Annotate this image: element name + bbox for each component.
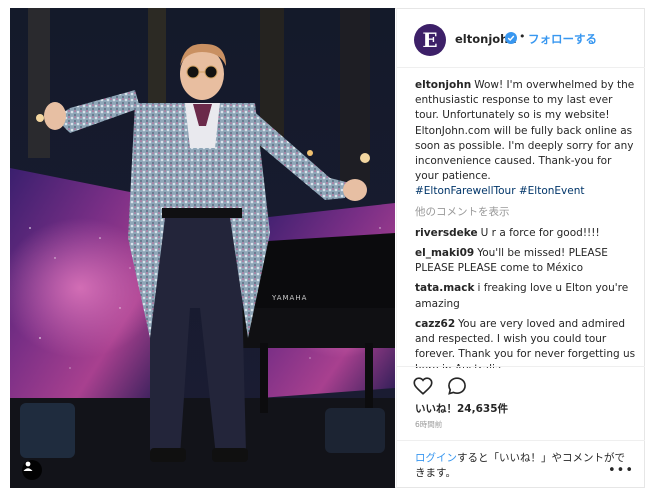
caption-text: Wow! I'm overwhelmed by the enthusiastic… (415, 79, 635, 183)
post-time: 6時間前 (415, 420, 443, 429)
post-header: E eltonjohn • フォローする (397, 8, 645, 68)
avatar[interactable]: E (414, 24, 446, 56)
post-photo[interactable]: YAMAHA (10, 8, 395, 488)
comment-text: U r a force for good!!!! (480, 226, 600, 239)
comment-item: riversdeke U r a force for good!!!! (415, 226, 637, 241)
load-more-comments-button[interactable]: 他のコメントを表示 (415, 205, 637, 220)
comments-list: eltonjohn Wow! I'm overwhelmed by the ent… (415, 78, 637, 368)
more-options-icon[interactable]: ••• (608, 463, 634, 478)
caption-username[interactable]: eltonjohn (415, 79, 471, 91)
likes-count[interactable]: いいね！24,635件 (415, 401, 508, 416)
photo-image: YAMAHA (10, 8, 395, 488)
verified-badge-icon (505, 32, 517, 44)
comment-username[interactable]: tata.mack (415, 282, 474, 294)
comment-username[interactable]: el_maki09 (415, 247, 474, 259)
login-prompt: ログインすると「いいね！」やコメントができます。 ••• (397, 440, 645, 488)
user-tag-button[interactable] (22, 460, 42, 480)
comment-item: tata.mack i freaking love u Elton you're … (415, 281, 637, 311)
post-actions: いいね！24,635件 6時間前 (397, 366, 645, 446)
comment-icon[interactable] (446, 375, 468, 397)
user-tag-icon (23, 461, 33, 471)
login-link[interactable]: ログイン (415, 452, 457, 464)
avatar-letter: E (422, 28, 438, 52)
follow-button[interactable]: フォローする (528, 31, 597, 47)
comment-item: cazz62 You are very loved and admired and… (415, 317, 637, 368)
comment-item: el_maki09 You'll be missed! PLEASE PLEASE… (415, 246, 637, 276)
caption: eltonjohn Wow! I'm overwhelmed by the ent… (415, 78, 637, 200)
heart-icon[interactable] (412, 375, 434, 397)
caption-hashtags[interactable]: #EltonFarewellTour #EltonEvent (415, 185, 584, 197)
comment-username[interactable]: riversdeke (415, 227, 478, 239)
svg-text:YAMAHA: YAMAHA (271, 294, 307, 302)
post-side-panel: E eltonjohn • フォローする eltonjohn Wow! I'm o… (396, 8, 645, 488)
comment-username[interactable]: cazz62 (415, 318, 455, 330)
login-text: ログインすると「いいね！」やコメントができます。 (415, 451, 635, 481)
header-separator: • (519, 30, 526, 43)
